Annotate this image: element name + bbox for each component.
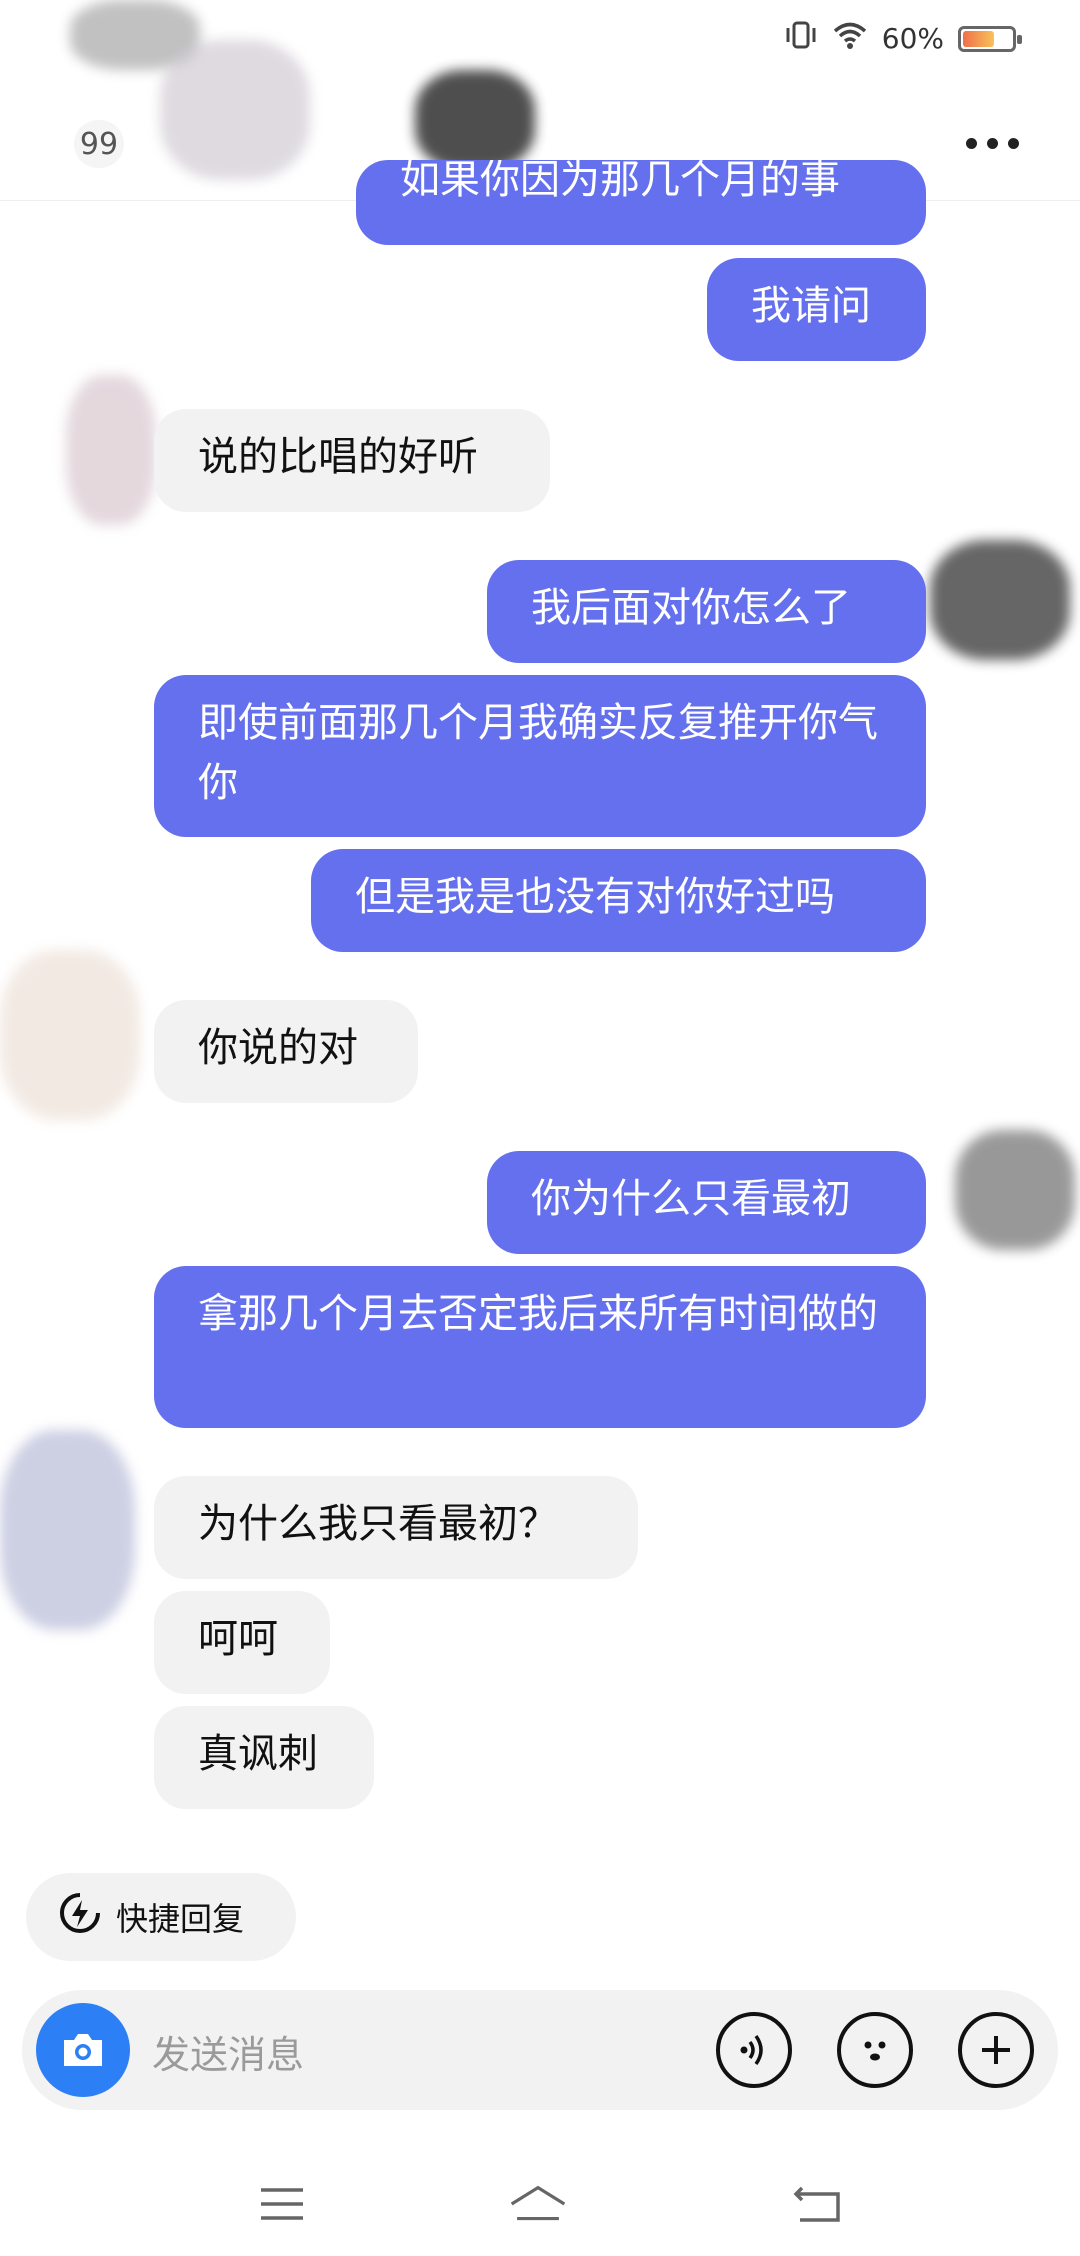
message-bubble-other[interactable]: 你说的对 [154,1000,418,1103]
message-bubble-me[interactable]: 你为什么只看最初 [487,1151,926,1254]
back-unread-badge[interactable]: 99 [74,120,124,168]
message-bubble-me[interactable]: 我请问 [707,258,926,361]
message-bubble-other[interactable]: 呵呵 [154,1591,330,1694]
quick-reply-label: 快捷回复 [116,1900,245,1938]
system-nav-bar [0,2160,1080,2250]
battery-fill [963,30,995,47]
message-input[interactable]: 发送消息 [152,2024,304,2079]
voice-icon[interactable] [716,2012,792,2088]
lightning-icon [58,1891,102,1943]
message-bubble-me[interactable]: 但是我是也没有对你好过吗 [311,849,926,952]
battery-icon [958,25,1022,52]
message-bubble-me[interactable]: 即使前面那几个月我确实反复推开你气你 [154,675,926,837]
redacted-patch [0,1430,135,1630]
redacted-patch [930,540,1070,660]
plus-icon[interactable] [958,2012,1034,2088]
battery-percent: 60% [881,22,944,55]
vibrate-icon [784,20,818,57]
emoji-icon[interactable] [837,2012,913,2088]
message-bubble-me[interactable]: 我后面对你怎么了 [487,560,926,663]
more-icon[interactable] [952,118,1032,168]
redacted-patch [66,375,156,525]
quick-reply-button[interactable]: 快捷回复 [26,1873,296,1961]
message-input-bar: 发送消息 [22,1990,1058,2110]
wifi-icon [832,20,868,57]
home-icon[interactable] [508,2176,568,2232]
message-bubble-other[interactable]: 为什么我只看最初？ [154,1476,638,1579]
message-bubble-other[interactable]: 说的比唱的好听 [154,409,550,512]
message-bubble-other[interactable]: 真讽刺 [154,1706,374,1809]
message-bubble-me[interactable]: 拿那几个月去否定我后来所有时间做的 [154,1266,926,1428]
redacted-patch [955,1130,1075,1250]
menu-icon[interactable] [252,2176,312,2232]
message-bubble-me[interactable]: 如果你因为那几个月的事 [356,160,926,245]
redacted-patch [0,950,140,1120]
camera-icon[interactable] [36,2003,130,2097]
back-icon[interactable] [788,2176,848,2232]
